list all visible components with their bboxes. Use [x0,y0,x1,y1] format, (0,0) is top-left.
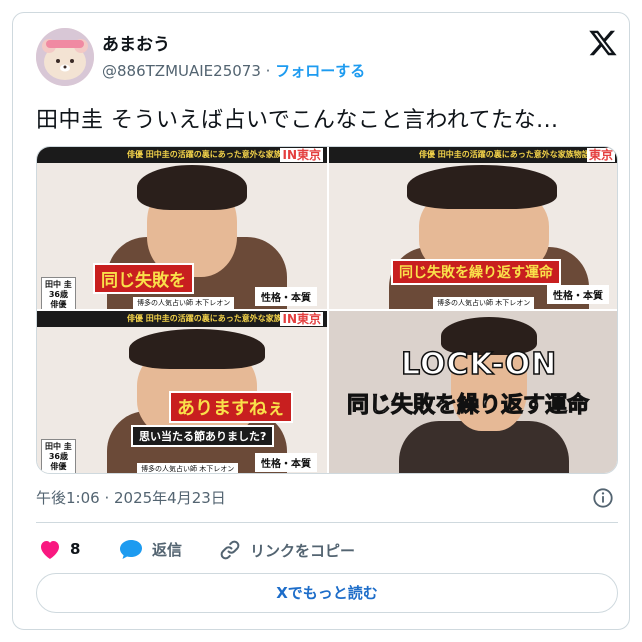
media-panel-1[interactable]: 俳優 田中圭の活躍の裏にあった意外な家族物語とは!? IN東京 同じ失敗を 田中… [37,147,327,309]
separator-dot: · [265,62,271,80]
copy-link-label: リンクをコピー [250,541,356,560]
name-line: 36歳 [48,452,68,461]
read-more-button[interactable]: Xでもっと読む [36,573,618,613]
name-line: 俳優 [50,300,67,309]
reply-bubble-icon [120,540,142,559]
panel-tag: 性格・本質 [255,287,317,306]
name-line: 田中 圭 [45,280,72,289]
like-count: 8 [70,540,81,558]
lockon-title: LOCK-ON [400,346,558,383]
panel-subline: 博多の人気占い師 木下レオン [433,297,535,309]
reply-label: 返信 [152,540,183,559]
name-line: 俳優 [50,462,67,471]
name-line: 田中 圭 [45,442,72,451]
location-label: IN東京 [280,312,323,326]
follow-button[interactable]: フォローする [275,62,365,80]
media-grid[interactable]: 俳優 田中圭の活躍の裏にあった意外な家族物語とは!? IN東京 同じ失敗を 田中… [36,146,618,474]
display-name[interactable]: あまおう [102,30,170,55]
name-line: 36歳 [48,290,68,299]
panel-tag: 性格・本質 [255,453,317,472]
divider [36,522,618,523]
panel-tag: 性格・本質 [547,285,609,304]
media-panel-2[interactable]: 俳優 田中圭の活躍の裏にあった意外な家族物語とは!? 東京 同じ失敗を繰り返す運… [329,147,617,309]
media-panel-4[interactable]: LOCK-ON 同じ失敗を繰り返す運命 [329,311,617,473]
panel-topbar: 俳優 田中圭の活躍の裏にあった意外な家族物語とは!? [329,147,617,163]
link-icon [220,540,240,560]
panel-subline: 博多の人気占い師 木下レオン [137,463,239,473]
info-icon[interactable] [592,487,614,509]
name-box: 田中 圭 36歳 俳優 [41,439,76,473]
like-button[interactable]: 8 [38,538,80,560]
x-logo-icon[interactable] [588,28,618,58]
panel-caption: 同じ失敗を [93,263,194,294]
panel-caption: 同じ失敗を繰り返す運命 [391,259,561,285]
location-label: IN東京 [280,148,323,162]
handle-row: @886TZMUAIE25073 · フォローする [102,60,365,81]
panel-subline: 博多の人気占い師 木下レオン [133,297,235,309]
hair-shape [407,165,557,209]
name-box: 田中 圭 36歳 俳優 [41,277,76,309]
lockon-subtitle: 同じ失敗を繰り返す運命 [346,393,590,419]
panel-question: 思い当たる節ありました? [131,425,275,447]
timestamp[interactable]: 午後1:06 · 2025年4月23日 [36,487,226,508]
panel-caption: ありますねぇ [169,391,293,423]
avatar[interactable] [36,28,94,86]
user-handle[interactable]: @886TZMUAIE25073 [102,62,261,80]
tweet-text: 田中圭 そういえば占いでこんなこと言われてたな... [36,108,559,133]
media-panel-3[interactable]: 俳優 田中圭の活躍の裏にあった意外な家族物語とは!? IN東京 ありますねぇ 思… [37,311,327,473]
reply-button[interactable]: 返信 [118,538,182,560]
hair-shape [137,165,247,210]
copy-link-button[interactable]: リンクをコピー [218,538,355,562]
heart-icon [41,541,59,559]
location-label: 東京 [586,148,615,162]
bear-avatar-icon [36,28,94,86]
hair-shape [129,329,265,369]
